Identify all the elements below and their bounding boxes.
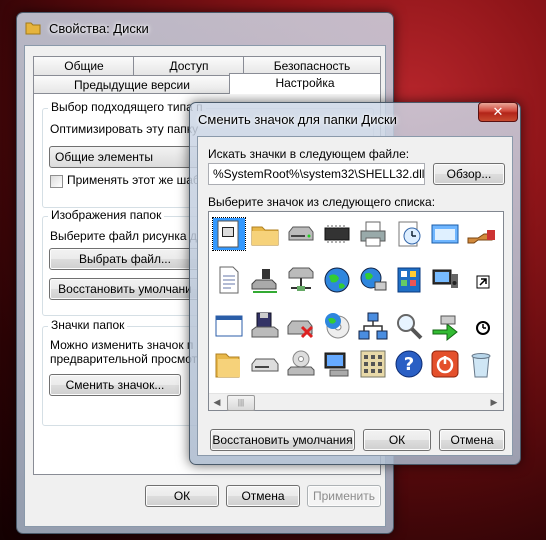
scroll-left-arrow[interactable]: ◀ [209, 394, 225, 410]
shortcut-icon[interactable] [465, 264, 497, 296]
network-globe-icon[interactable] [357, 264, 389, 296]
dialog-ok-button[interactable]: ОК [363, 429, 431, 451]
svg-text:?: ? [404, 354, 414, 375]
tab-customize[interactable]: Настройка [229, 73, 381, 94]
hdd-icon[interactable] [249, 348, 281, 380]
window-icon [25, 21, 41, 35]
restore-defaults-button[interactable]: Восстановить умолчания [210, 429, 355, 451]
network-drive-icon[interactable] [249, 264, 281, 296]
file-text-icon[interactable] [212, 217, 246, 251]
search-icon[interactable] [393, 310, 425, 342]
computer-icon[interactable] [321, 348, 353, 380]
folder-type-label: Выбор подходящего типа п [48, 100, 206, 114]
choose-file-button[interactable]: Выбрать файл... [49, 248, 201, 270]
clock-small-icon[interactable] [465, 310, 497, 342]
network-icon[interactable] [357, 310, 389, 342]
globe-icon[interactable] [321, 264, 353, 296]
icon-list-label: Выберите значок из следующего списка: [208, 195, 436, 209]
document-icon[interactable] [213, 264, 245, 296]
printer-icon[interactable] [357, 218, 389, 250]
browse-button[interactable]: Обзор... [433, 163, 505, 185]
cd-drive-icon[interactable] [285, 348, 317, 380]
control-panel-icon[interactable] [393, 264, 425, 296]
window-icon[interactable] [429, 218, 461, 250]
restore-default-button[interactable]: Восстановить умолчани [49, 278, 201, 300]
folder-pictures-label: Изображения папок [48, 208, 165, 222]
window-title: Свойства: Диски [49, 21, 149, 36]
ok-button[interactable]: ОК [145, 485, 219, 507]
scroll-thumb[interactable]: ||| [227, 395, 255, 411]
optimize-label: Оптимизировать эту папку [50, 122, 199, 136]
calculator-icon[interactable] [357, 348, 389, 380]
apply-subfolders-label: Применять этот же шаб [67, 173, 200, 187]
tab-general[interactable]: Общие [33, 56, 135, 75]
folder-icon[interactable] [249, 218, 281, 250]
power-icon[interactable] [429, 348, 461, 380]
apply-subfolders-checkbox[interactable] [50, 175, 63, 188]
folder-open-icon[interactable] [213, 348, 245, 380]
close-icon: ✕ [492, 104, 504, 119]
dialog-cancel-button[interactable]: Отмена [439, 429, 505, 451]
change-icon-dialog: Сменить значок для папки Диски ✕ Искать … [189, 102, 521, 465]
drive-remove-icon[interactable] [285, 310, 317, 342]
globe-cd-icon[interactable] [321, 310, 353, 342]
green-arrow-icon[interactable] [429, 310, 461, 342]
monitor-speaker-icon[interactable] [429, 264, 461, 296]
folder-pictures-desc: Выберите файл рисунка д [50, 229, 197, 243]
folder-icons-desc-2: предварительной просмот [50, 352, 198, 366]
network-share-icon[interactable] [285, 264, 317, 296]
clock-icon[interactable] [393, 218, 425, 250]
dialog-title: Сменить значок для папки Диски [198, 112, 397, 127]
folder-icons-label: Значки папок [48, 318, 128, 332]
recycle-bin-icon[interactable] [465, 348, 497, 380]
search-file-label: Искать значки в следующем файле: [208, 147, 410, 161]
horizontal-scrollbar[interactable]: ◀ ||| ▶ [209, 393, 503, 411]
close-button[interactable]: ✕ [478, 102, 518, 122]
help-icon[interactable]: ? [393, 348, 425, 380]
cancel-button[interactable]: Отмена [226, 485, 300, 507]
floppy-icon[interactable] [249, 310, 281, 342]
change-icon-button[interactable]: Сменить значок... [49, 374, 181, 396]
scroll-right-arrow[interactable]: ▶ [486, 394, 502, 410]
drive-icon[interactable] [285, 218, 317, 250]
blank-window-icon[interactable] [213, 310, 245, 342]
apply-button[interactable]: Применить [307, 485, 381, 507]
icon-list[interactable]: ? ◀ ||| ▶ [208, 211, 504, 411]
chip-icon[interactable] [321, 218, 353, 250]
hand-icon[interactable] [465, 218, 497, 250]
tab-previous-versions[interactable]: Предыдущие версии [33, 75, 231, 94]
file-path-input[interactable]: %SystemRoot%\system32\SHELL32.dll [208, 163, 425, 185]
dialog-client: Искать значки в следующем файле: %System… [197, 136, 513, 456]
folder-icons-desc-1: Можно изменить значок п [50, 338, 194, 352]
